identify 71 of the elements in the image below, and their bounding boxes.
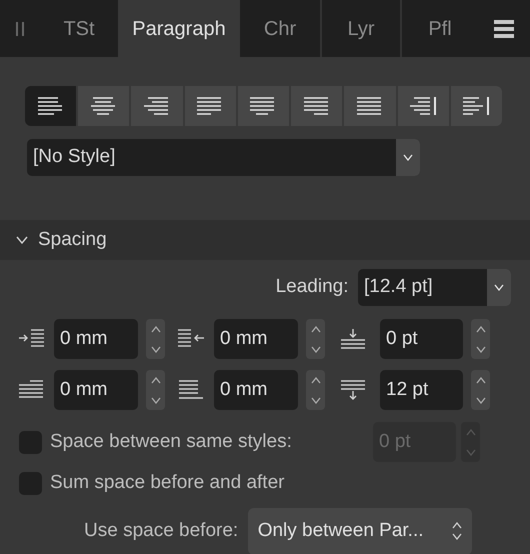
alignment-button[interactable] [131,86,183,126]
align-left-bar-icon [463,97,490,115]
updown-icon [452,522,462,540]
menu-icon[interactable] [494,18,514,38]
justify-all-icon [356,97,383,115]
chevron-down-icon [476,396,486,404]
paragraph-style-dropdown[interactable]: [No Style] [27,139,420,176]
chevron-down-icon [310,346,320,352]
justify-right-icon [304,97,330,115]
chevron-up-icon [310,376,320,384]
grip-icon [15,20,25,36]
left-indent-icon [18,328,45,349]
stepper[interactable] [146,319,165,359]
checkbox[interactable] [19,472,42,494]
option-label: Sum space before and after [50,470,284,495]
chevron-down-icon [310,396,320,404]
leading-label: Leading: [276,275,348,300]
section-title: Spacing [38,228,107,252]
spacing-field[interactable]: 0 mm [54,370,138,410]
chevron-up-icon [150,376,160,384]
tab[interactable]: Chr [240,0,320,57]
use-space-before-select[interactable]: Only between Par... [248,508,472,554]
chevron-up-icon [476,376,486,384]
alignment-button[interactable] [398,86,449,126]
right-indent-icon [178,328,205,349]
align-left-icon [38,97,64,115]
alignment-button[interactable] [344,86,396,126]
alignment-button[interactable] [450,86,502,126]
justify-center-icon [250,97,276,115]
align-right-bar-icon [410,97,436,115]
spacing-field[interactable]: 0 mm [214,370,298,410]
chevron-up-icon [476,326,486,332]
space-before-icon [340,328,367,349]
chevron-down-icon [494,284,504,291]
alignment-button[interactable] [184,86,236,126]
chevron-up-icon [150,326,160,332]
stepper[interactable] [306,370,325,410]
spacing-field[interactable]: 0 pt [380,319,463,359]
align-center-icon [90,97,117,115]
tab[interactable]: Paragraph [118,0,240,57]
chevron-down-icon [466,448,476,456]
chevron-down-icon [403,154,413,161]
alignment-button[interactable] [238,86,290,126]
chevron-up-icon [466,428,476,436]
leading-dropdown[interactable]: [12.4 pt] [358,269,511,306]
tab[interactable]: Pfl [400,0,478,57]
align-right-icon [144,97,170,115]
spacing-field[interactable]: 12 pt [380,370,463,410]
chevron-down-icon[interactable] [16,236,28,244]
tab[interactable]: TSt [40,0,118,57]
tab[interactable]: Lyr [320,0,400,57]
alignment-button[interactable] [25,86,76,126]
chevron-down-icon [476,346,486,352]
alignment-button[interactable] [291,86,342,126]
spacing-field[interactable]: 0 mm [214,319,298,359]
stepper[interactable] [471,370,490,410]
option-label: Space between same styles: [50,430,292,454]
space-after-icon [340,380,367,400]
stepper[interactable] [471,319,490,359]
chevron-up-icon [310,326,320,332]
first-line-indent-icon [18,380,45,400]
last-line-indent-icon [178,380,205,400]
alignment-button[interactable] [78,86,130,126]
spacing-field[interactable]: 0 mm [54,319,138,359]
justify-left-icon [197,97,224,115]
stepper[interactable] [146,370,165,410]
stepper[interactable] [306,319,325,359]
chevron-down-icon [150,396,160,404]
chevron-down-icon [150,346,160,352]
checkbox[interactable] [19,430,42,454]
use-space-before-label: Use space before: [84,519,238,544]
